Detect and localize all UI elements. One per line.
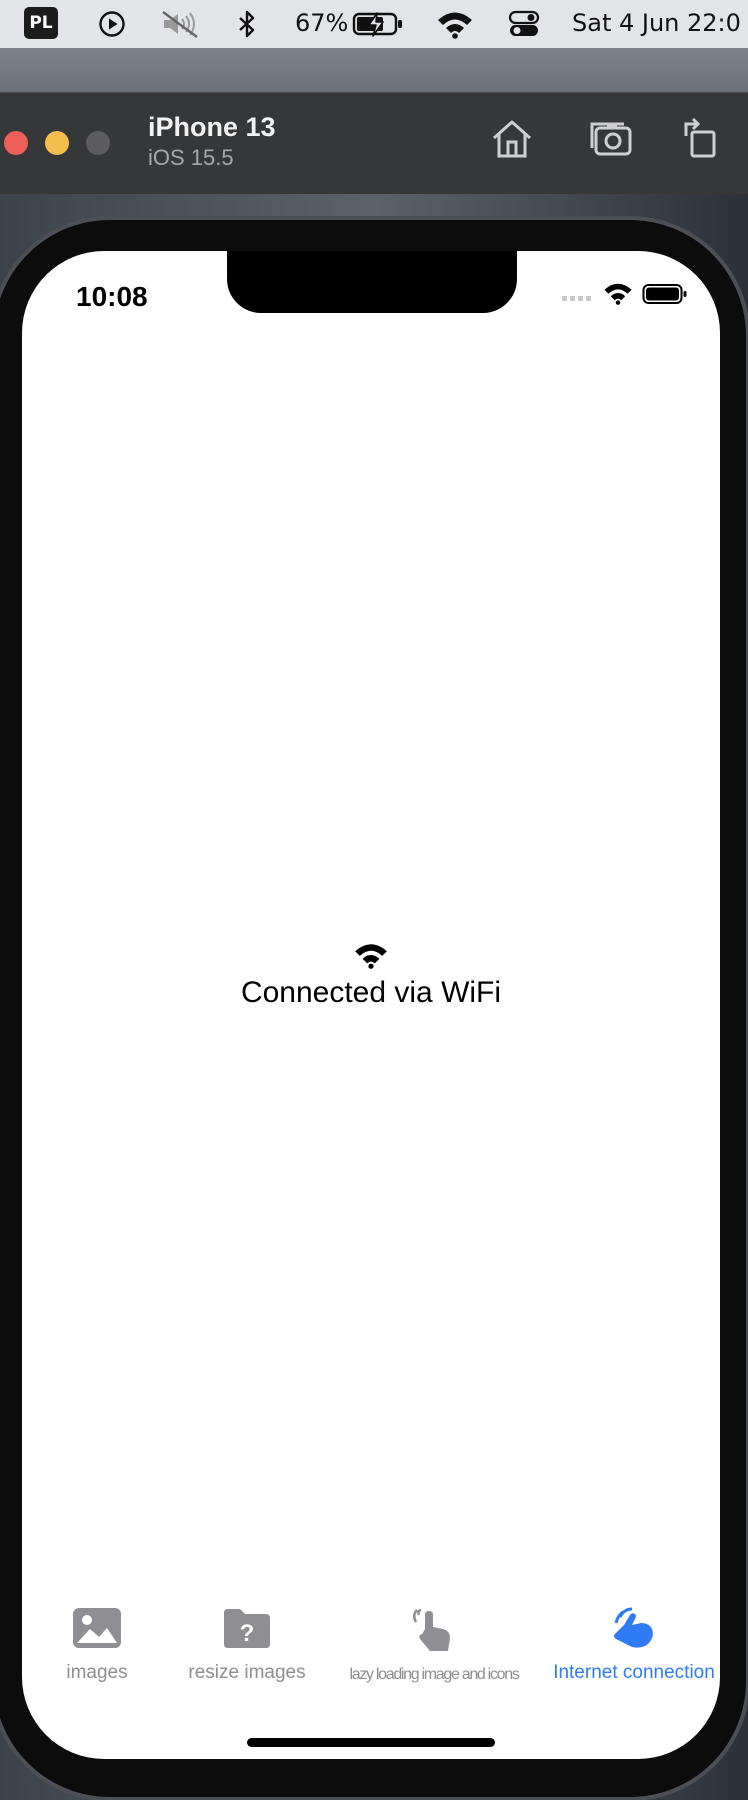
hand-pointer-icon — [412, 1607, 456, 1658]
tab-label: Internet connection — [553, 1662, 715, 1683]
tab-bar: images ? resize images lazy loading imag… — [22, 1607, 720, 1707]
rotate-icon[interactable] — [680, 116, 726, 162]
battery-percent: 67% — [295, 9, 349, 37]
connection-message: Connected via WiFi — [240, 976, 502, 1009]
battery-icon — [642, 283, 688, 310]
iphone-screen: 10:08 Connected via WiFi images ? resize… — [22, 251, 720, 1759]
os-version: iOS 15.5 — [148, 145, 234, 170]
menu-bar-clock[interactable]: Sat 4 Jun 22:0 — [572, 8, 741, 38]
image-icon — [72, 1607, 122, 1654]
control-center-icon[interactable] — [508, 10, 540, 38]
tab-resize-images[interactable]: ? resize images — [170, 1607, 324, 1684]
status-time: 10:08 — [76, 281, 148, 312]
wifi-icon — [602, 281, 634, 310]
folder-question-icon: ? — [223, 1607, 271, 1654]
tab-label: resize images — [188, 1662, 306, 1683]
home-indicator[interactable] — [247, 1738, 495, 1747]
close-window-button[interactable] — [4, 131, 28, 155]
screenshot-icon[interactable] — [588, 116, 634, 162]
wifi-icon[interactable] — [436, 9, 474, 39]
app-badge[interactable]: PL — [24, 7, 58, 39]
tab-label: images — [66, 1662, 128, 1683]
play-circle-icon[interactable] — [98, 10, 126, 38]
battery-charging-icon[interactable] — [352, 10, 404, 38]
svg-text:?: ? — [240, 1620, 255, 1647]
bluetooth-icon[interactable] — [236, 10, 258, 38]
home-icon[interactable] — [489, 116, 535, 162]
tab-lazy-loading[interactable]: lazy loading image and icons — [349, 1607, 520, 1684]
tab-images[interactable]: images — [60, 1607, 134, 1684]
wifi-icon — [352, 941, 390, 974]
menu-bar: PL 67% Sat 4 Jun 22:0 — [0, 0, 748, 48]
zoom-window-button[interactable] — [86, 131, 110, 155]
desktop-strip — [0, 48, 748, 92]
signal-icon — [562, 289, 596, 307]
minimize-window-button[interactable] — [45, 131, 69, 155]
connection-status: Connected via WiFi — [22, 941, 720, 1010]
simulator-toolbar — [0, 92, 748, 194]
notch — [227, 251, 517, 313]
tab-internet-connection[interactable]: Internet connection — [553, 1607, 715, 1684]
mute-icon[interactable] — [160, 10, 200, 38]
hand-tap-icon — [610, 1607, 658, 1654]
device-name: iPhone 13 — [148, 112, 276, 142]
tab-label: lazy loading image and icons — [349, 1666, 519, 1683]
